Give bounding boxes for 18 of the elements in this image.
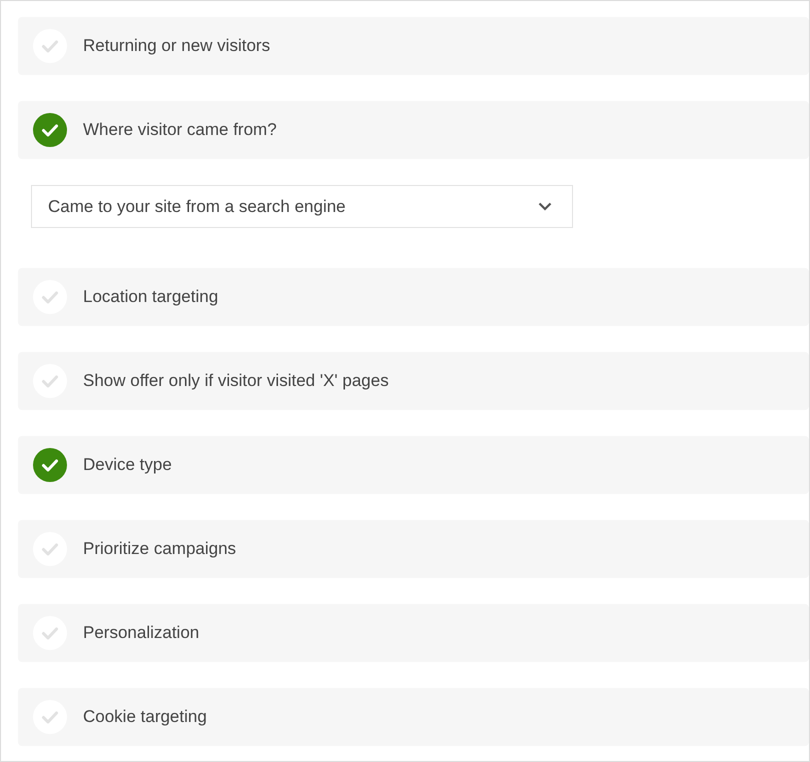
check-icon[interactable]: [33, 29, 67, 63]
check-icon[interactable]: [33, 616, 67, 650]
check-icon[interactable]: [33, 448, 67, 482]
setting-label: Where visitor came from?: [83, 120, 277, 140]
setting-label: Returning or new visitors: [83, 36, 270, 56]
check-icon[interactable]: [33, 113, 67, 147]
setting-label: Personalization: [83, 623, 200, 643]
check-icon[interactable]: [33, 364, 67, 398]
setting-label: Device type: [83, 455, 172, 475]
check-icon[interactable]: [33, 532, 67, 566]
setting-label: Cookie targeting: [83, 707, 207, 727]
setting-label: Location targeting: [83, 287, 218, 307]
dropdown[interactable]: Came to your site from a search engine: [31, 185, 573, 228]
check-icon[interactable]: [33, 700, 67, 734]
setting-label: Prioritize campaigns: [83, 539, 236, 559]
setting-label: Show offer only if visitor visited 'X' pages: [83, 371, 389, 391]
check-icon[interactable]: [33, 280, 67, 314]
chevron-down-icon: [538, 202, 552, 211]
